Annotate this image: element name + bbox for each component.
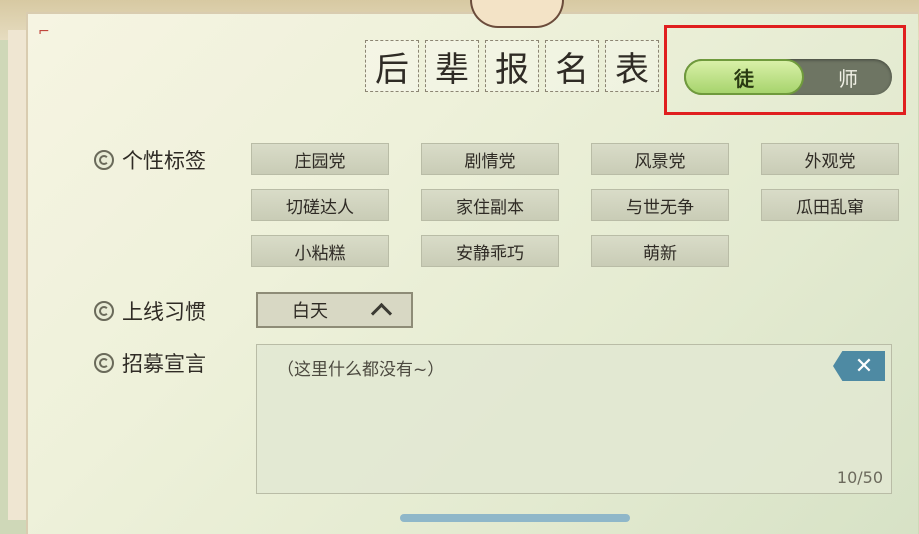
mascot-icon xyxy=(470,0,564,28)
tag-button[interactable]: 小粘糕 xyxy=(251,235,389,267)
tag-button[interactable]: 切磋达人 xyxy=(251,189,389,221)
title-char: 后 xyxy=(365,40,419,92)
swirl-icon xyxy=(94,353,114,373)
page-title: 后 辈 报 名 表 xyxy=(365,40,659,92)
title-char: 表 xyxy=(605,40,659,92)
role-apprentice-option[interactable]: 徒 xyxy=(684,59,804,95)
tag-button[interactable]: 风景党 xyxy=(591,143,729,175)
tags-label-text: 个性标签 xyxy=(122,149,206,173)
tag-button[interactable]: 与世无争 xyxy=(591,189,729,221)
declaration-placeholder: （这里什么都没有~） xyxy=(277,360,445,380)
chevron-up-icon xyxy=(370,302,393,324)
title-char: 报 xyxy=(485,40,539,92)
habit-selected-value: 白天 xyxy=(292,301,328,322)
clear-button[interactable]: ✕ xyxy=(833,351,885,381)
habit-section-label: 上线习惯 xyxy=(94,296,206,326)
char-counter: 10/50 xyxy=(836,468,883,487)
tag-button[interactable]: 瓜田乱窜 xyxy=(761,189,899,221)
close-icon: ✕ xyxy=(854,353,874,379)
habit-label-text: 上线习惯 xyxy=(122,300,206,324)
tag-button[interactable]: 安静乖巧 xyxy=(421,235,559,267)
tag-button[interactable]: 外观党 xyxy=(761,143,899,175)
tag-button[interactable]: 庄园党 xyxy=(251,143,389,175)
corner-ornament-icon: ⌐ xyxy=(38,24,50,40)
tag-button[interactable]: 剧情党 xyxy=(421,143,559,175)
tag-button[interactable]: 萌新 xyxy=(591,235,729,267)
swirl-icon xyxy=(94,301,114,321)
bottom-button-edge[interactable] xyxy=(400,514,630,522)
declaration-label-text: 招募宣言 xyxy=(122,352,206,376)
title-char: 辈 xyxy=(425,40,479,92)
declaration-section-label: 招募宣言 xyxy=(94,348,206,378)
declaration-textarea[interactable]: （这里什么都没有~） ✕ 10/50 xyxy=(256,344,892,494)
title-char: 名 xyxy=(545,40,599,92)
role-toggle[interactable]: 徒 师 xyxy=(684,59,892,95)
tag-button[interactable]: 家住副本 xyxy=(421,189,559,221)
swirl-icon xyxy=(94,150,114,170)
habit-dropdown[interactable]: 白天 xyxy=(256,292,413,328)
tags-section-label: 个性标签 xyxy=(94,145,206,175)
role-master-option[interactable]: 师 xyxy=(804,59,892,95)
